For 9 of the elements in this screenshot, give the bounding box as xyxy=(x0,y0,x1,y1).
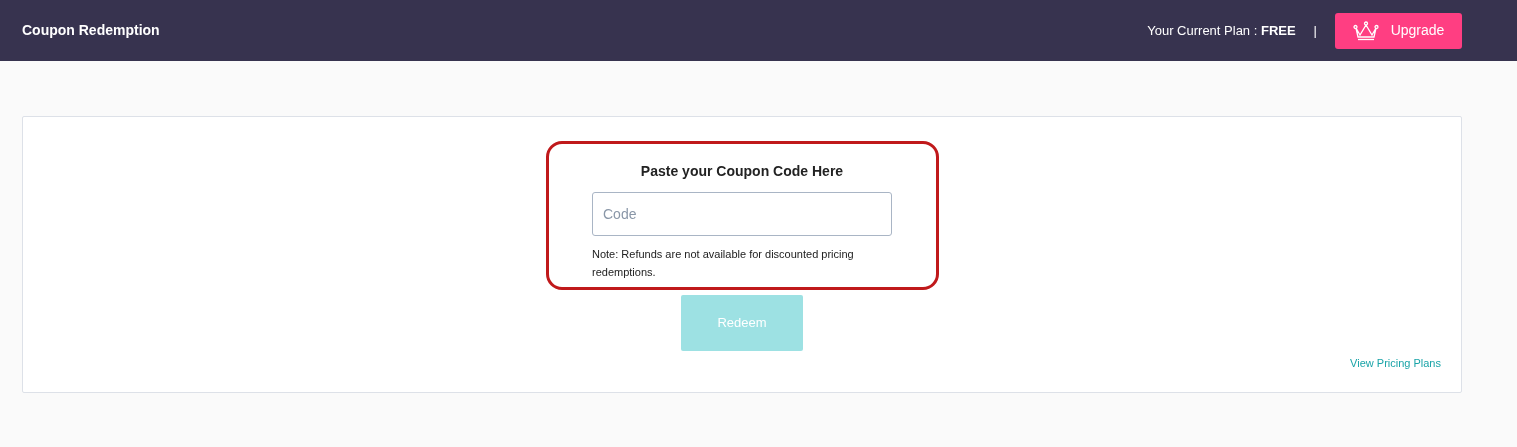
separator: | xyxy=(1313,21,1317,40)
coupon-heading: Paste your Coupon Code Here xyxy=(640,162,844,181)
current-plan-text: Your Current Plan : FREE xyxy=(1147,21,1296,40)
code-field[interactable]: Code xyxy=(592,192,892,236)
refund-note: Note: Refunds are not available for discounted pricing redemptions. xyxy=(592,247,855,280)
view-pricing-plans-link[interactable]: View Pricing Plans xyxy=(1350,354,1441,371)
upgrade-button[interactable]: Upgrade xyxy=(1335,12,1462,49)
page-title: Coupon Redemption xyxy=(22,21,160,40)
crown-icon xyxy=(1352,20,1379,41)
